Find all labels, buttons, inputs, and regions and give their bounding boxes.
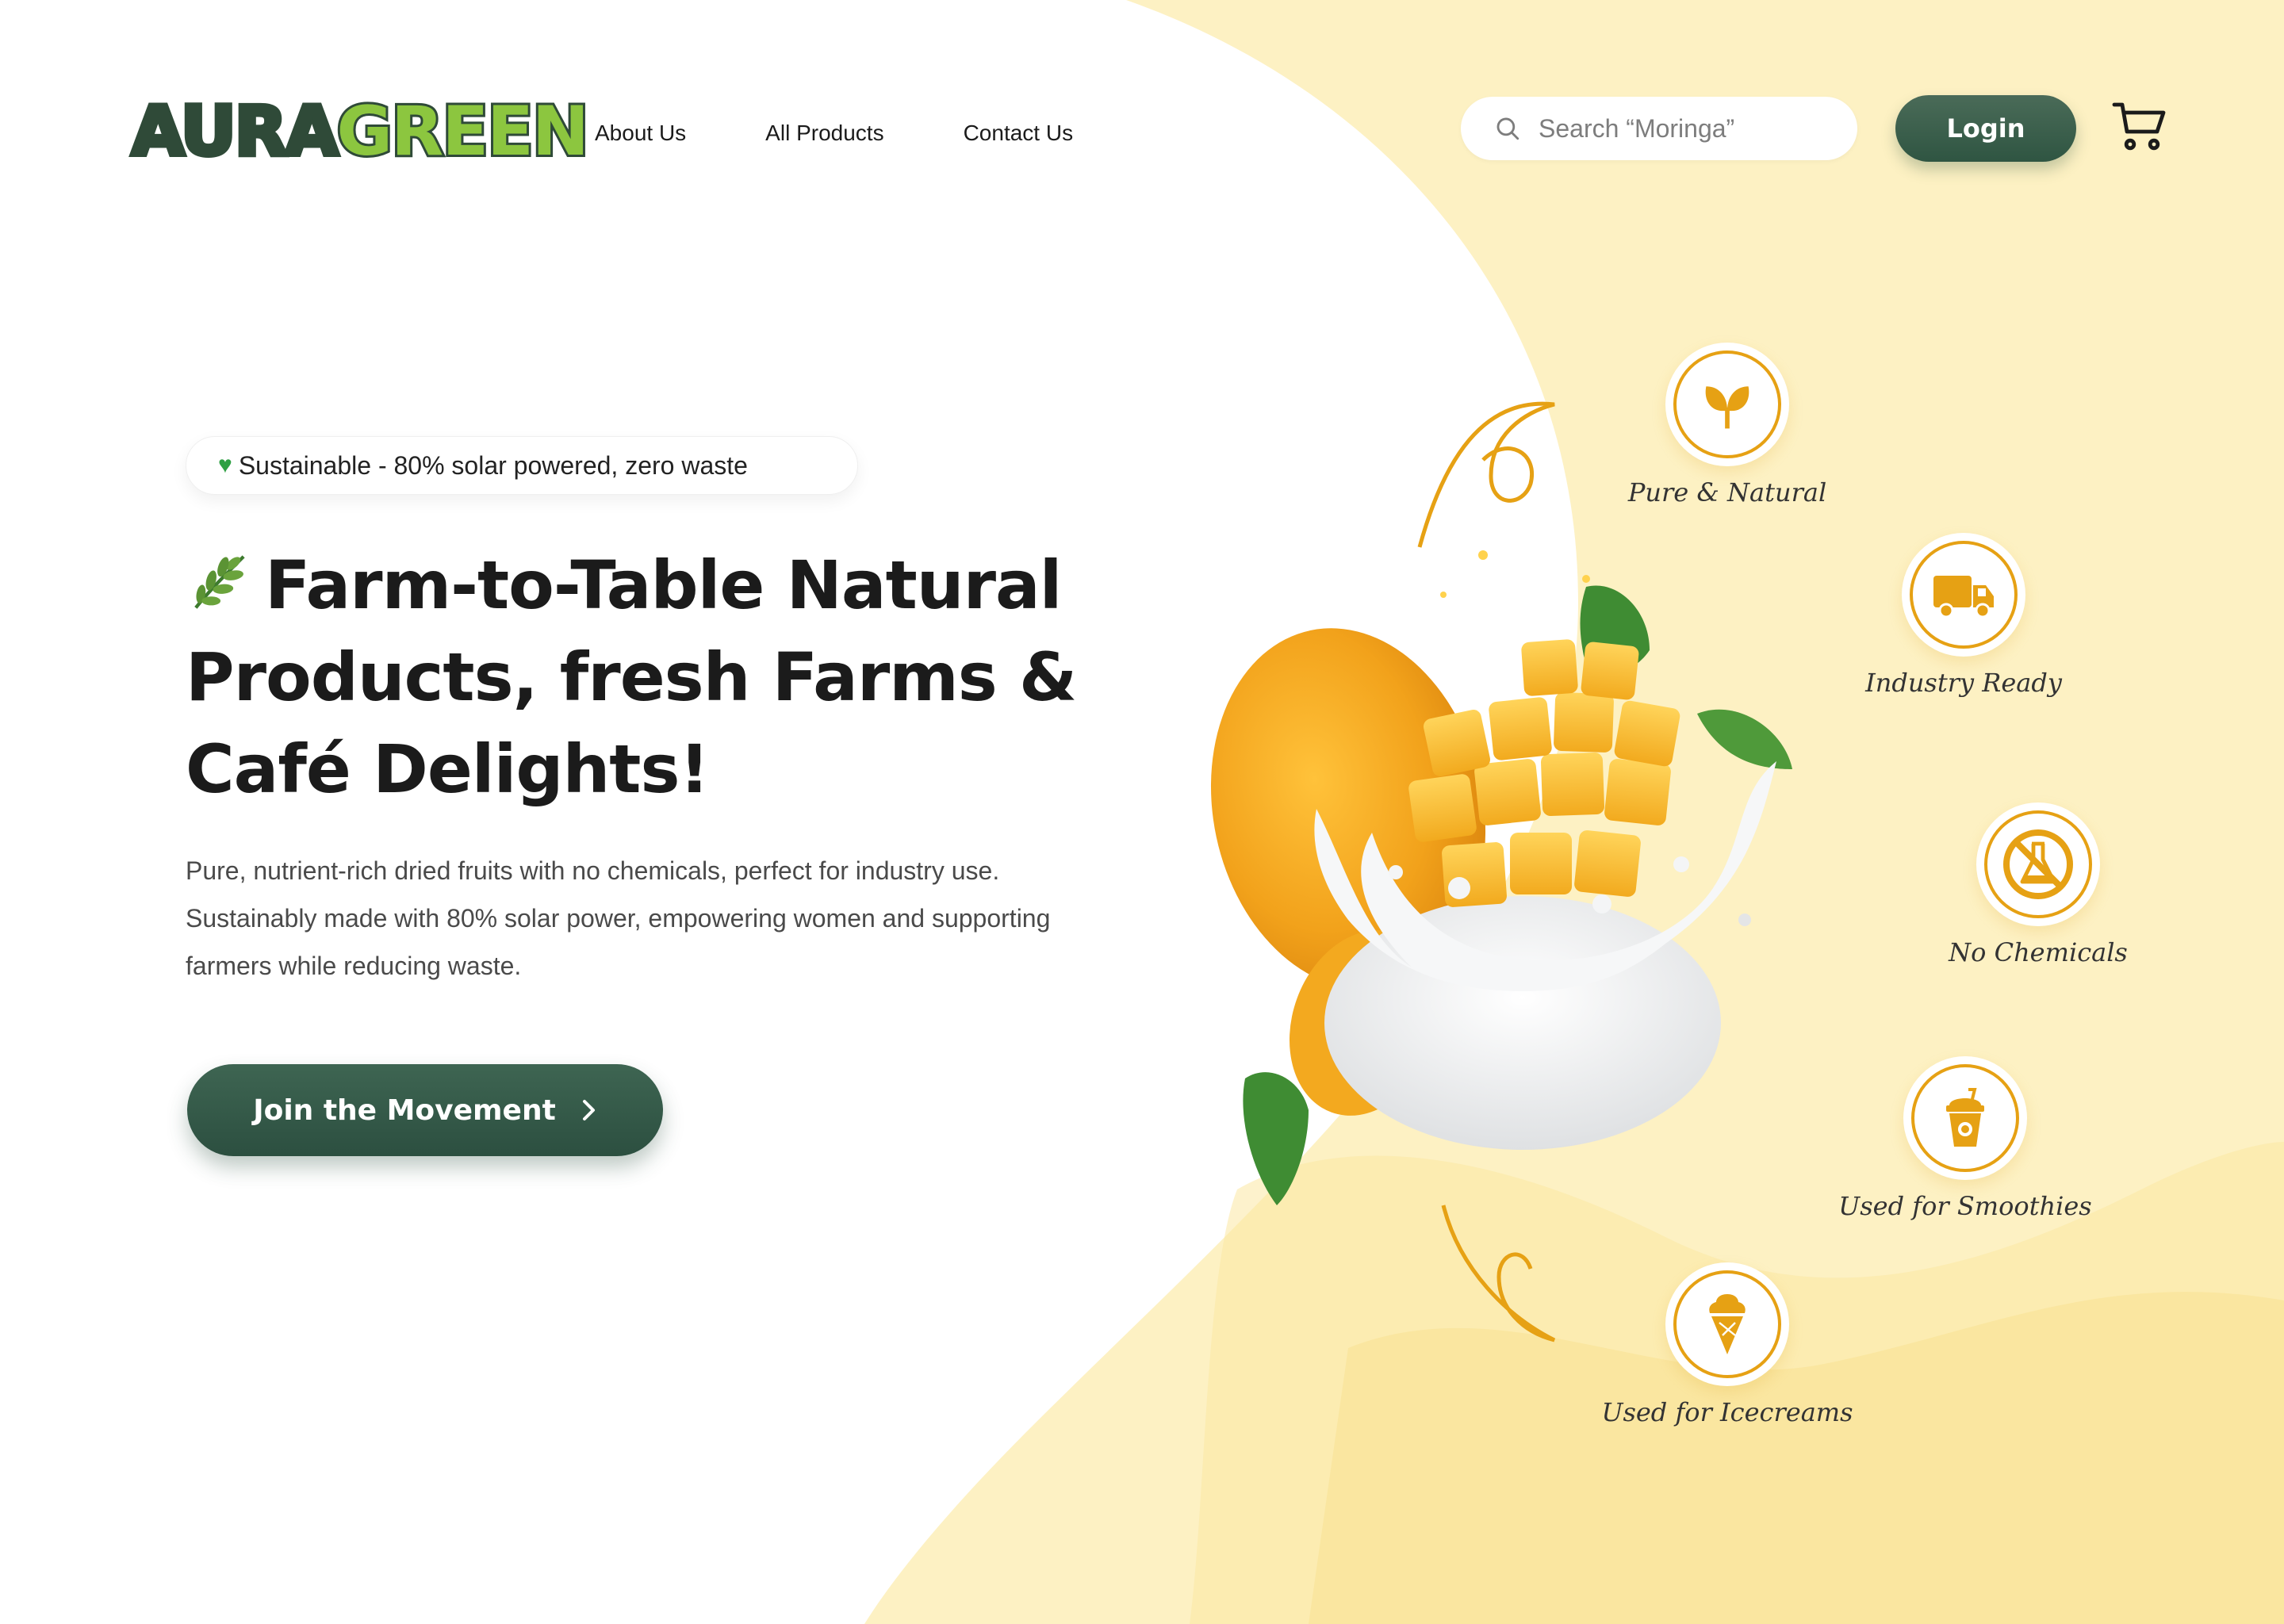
sprout-icon [1705,386,1749,429]
feature-label: Used for Smoothies [1838,1191,2092,1221]
cart-button[interactable] [2111,100,2168,158]
login-button[interactable]: Login [1895,95,2076,162]
logo-text-green: GREEN [335,90,592,174]
hero-title-text: Farm-to-Table Natural Products, fresh Fa… [186,546,1077,808]
feature-industry-ready: Industry Ready [1821,533,2106,698]
feature-pure-natural: Pure & Natural [1585,343,1870,508]
ice-cream-icon [1709,1294,1746,1354]
sustainability-badge-text: Sustainable - 80% solar powered, zero wa… [238,450,748,480]
truck-icon [1933,576,1994,619]
feature-label: Industry Ready [1865,668,2062,698]
feature-label: Used for Icecreams [1601,1397,1853,1427]
join-movement-label: Join the Movement [253,1094,556,1127]
no-chemicals-icon [2003,829,2073,899]
brand-logo[interactable]: AURAGREEN [129,87,592,176]
sustainability-badge: ♥ Sustainable - 80% solar powered, zero … [186,436,858,495]
feature-label: Pure & Natural [1627,477,1827,508]
feature-no-chemicals: No Chemicals [1895,802,2181,967]
hero-title: Farm-to-Table Natural Products, fresh Fa… [186,539,1121,815]
cart-icon [2112,102,2166,151]
nav-contact-us[interactable]: Contact Us [964,117,1074,149]
chevron-right-icon [582,1100,595,1120]
feature-label: No Chemicals [1949,937,2128,967]
herb-leaf-icon [194,555,245,609]
smoothie-cup-icon [1946,1088,1984,1147]
search-icon [1496,117,1519,140]
landing-page: AURAGREEN About Us All Products Contact … [0,0,2284,1624]
nav-about-us[interactable]: About Us [595,117,686,149]
feature-icecreams: Used for Icecreams [1585,1262,1870,1427]
hero-description: Pure, nutrient-rich dried fruits with no… [186,856,1051,980]
nav-all-products[interactable]: All Products [765,117,883,149]
join-movement-button[interactable]: Join the Movement [187,1064,663,1156]
green-heart-icon: ♥ [218,452,232,478]
feature-smoothies: Used for Smoothies [1822,1056,2108,1221]
logo-text-aura: AURA [129,90,341,174]
main-navigation: About Us All Products Contact Us [595,117,1073,149]
search-bar[interactable] [1461,97,1857,160]
search-input[interactable] [1537,113,1841,144]
